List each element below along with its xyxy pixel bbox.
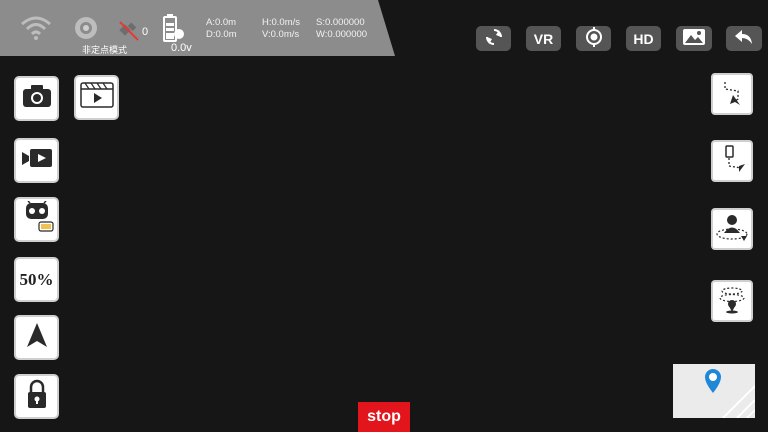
speed-label: 50% bbox=[19, 269, 54, 289]
camera-icon bbox=[22, 84, 52, 113]
video-playback-button[interactable] bbox=[74, 75, 119, 120]
surround-flight-button[interactable] bbox=[711, 208, 753, 250]
vr-button[interactable]: VR bbox=[526, 26, 561, 51]
lock-button[interactable] bbox=[14, 374, 59, 419]
record-video-button[interactable] bbox=[14, 138, 59, 183]
gesture-follow-button[interactable] bbox=[711, 140, 753, 182]
rotate-icon bbox=[485, 28, 503, 49]
film-clapper-icon bbox=[79, 82, 114, 113]
map-thumbnail[interactable] bbox=[673, 364, 755, 418]
gyro-button[interactable] bbox=[576, 26, 611, 51]
hd-button[interactable]: HD bbox=[626, 26, 661, 51]
speed-button[interactable]: 50% bbox=[14, 257, 59, 302]
controller-icon bbox=[20, 200, 54, 238]
gallery-icon bbox=[682, 28, 706, 49]
trajectory-flight-button[interactable] bbox=[711, 73, 753, 115]
stop-button[interactable]: stop bbox=[358, 402, 410, 432]
v-speed-readout: V:0.0m/s bbox=[262, 29, 300, 40]
gallery-button[interactable] bbox=[676, 26, 712, 51]
headless-mode-button[interactable] bbox=[14, 315, 59, 360]
orbit-person-icon bbox=[715, 211, 749, 248]
camera-lens-icon bbox=[74, 16, 98, 45]
h-speed-readout: H:0.0m/s bbox=[262, 17, 301, 28]
voltage-readout: 0.0v bbox=[171, 42, 192, 54]
spiral-flight-button[interactable] bbox=[711, 280, 753, 322]
gps-count: 0 bbox=[142, 26, 149, 38]
back-button[interactable] bbox=[726, 26, 762, 51]
rotate-button[interactable] bbox=[476, 26, 511, 51]
location-pin-icon bbox=[703, 368, 723, 399]
phone-follow-icon bbox=[717, 144, 747, 179]
back-arrow-icon bbox=[734, 29, 754, 48]
lock-icon bbox=[26, 379, 48, 414]
take-photo-button[interactable] bbox=[14, 76, 59, 121]
distance-readout: D:0.0m bbox=[206, 29, 237, 40]
navigation-arrow-icon bbox=[25, 322, 49, 353]
video-camera-icon bbox=[21, 147, 53, 174]
s-readout: S:0.000000 bbox=[316, 17, 365, 28]
wifi-icon bbox=[20, 14, 52, 45]
satellite-off-icon bbox=[117, 20, 141, 47]
gyro-icon bbox=[584, 27, 604, 50]
trajectory-icon bbox=[717, 77, 747, 112]
remote-control-button[interactable] bbox=[14, 197, 59, 242]
altitude-readout: A:0.0m bbox=[206, 17, 237, 28]
w-readout: W:0.000000 bbox=[316, 29, 368, 40]
spiral-pin-icon bbox=[716, 283, 748, 320]
